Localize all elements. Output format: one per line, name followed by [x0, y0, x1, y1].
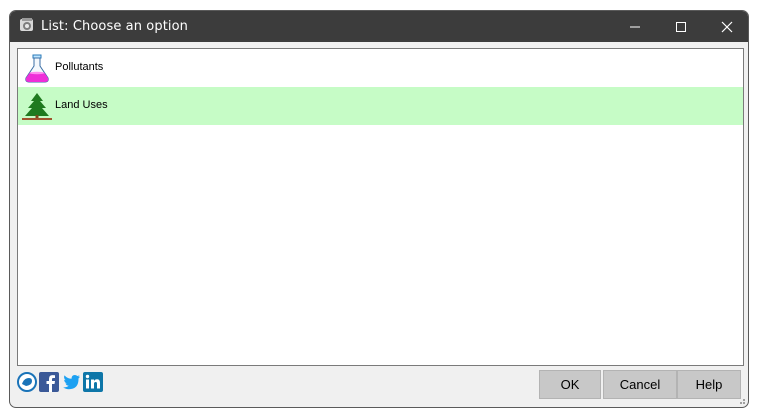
window-title: List: Choose an option — [41, 19, 189, 34]
close-button[interactable] — [704, 11, 748, 42]
close-icon — [721, 21, 733, 32]
dialog-window: List: Choose an option Pollutants Land U… — [9, 10, 749, 408]
twitter-icon[interactable] — [61, 372, 81, 392]
list-item-label: Pollutants — [55, 61, 104, 73]
maximize-button[interactable] — [658, 11, 704, 42]
maximize-icon — [676, 21, 686, 32]
ok-button[interactable]: OK — [539, 370, 601, 399]
app-logo-icon[interactable] — [17, 372, 37, 392]
linkedin-icon[interactable] — [83, 372, 103, 392]
list-item-pollutants[interactable]: Pollutants — [18, 49, 743, 87]
minimize-button[interactable] — [612, 11, 658, 42]
cancel-button[interactable]: Cancel — [603, 370, 677, 399]
resize-grip-icon[interactable] — [736, 395, 746, 405]
tree-icon — [22, 93, 52, 120]
list-item-land-uses[interactable]: Land Uses — [18, 87, 743, 125]
minimize-icon — [630, 26, 640, 27]
title-bar[interactable]: List: Choose an option — [10, 11, 748, 42]
facebook-icon[interactable] — [39, 372, 59, 392]
list-item-label: Land Uses — [55, 99, 108, 111]
flask-icon — [25, 54, 49, 83]
app-icon — [20, 18, 33, 31]
help-button[interactable]: Help — [677, 370, 741, 399]
options-list[interactable]: Pollutants Land Uses — [17, 48, 744, 366]
